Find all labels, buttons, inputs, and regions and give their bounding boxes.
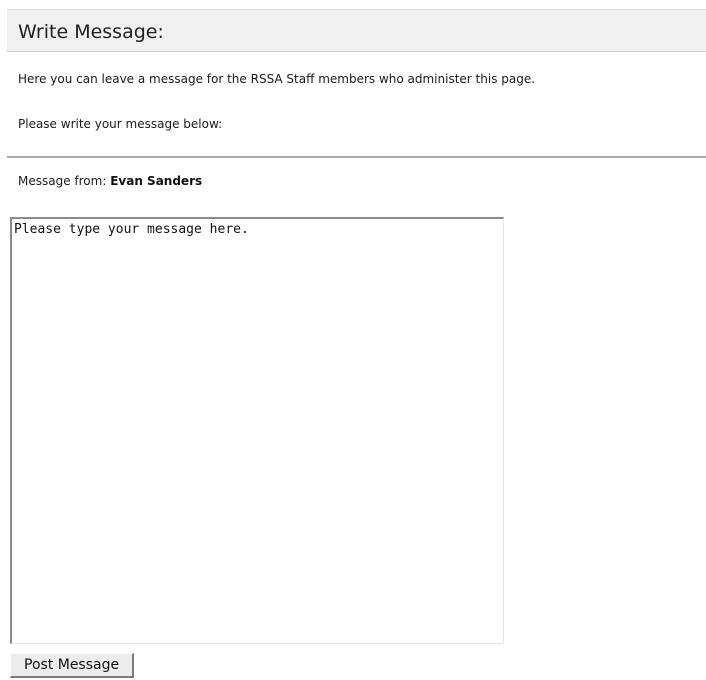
intro-text: Here you can leave a message for the RSS… — [18, 72, 536, 86]
page-title: Write Message: — [18, 21, 164, 43]
sender-name: Evan Sanders — [110, 174, 203, 188]
message-from-label: Message from: — [18, 174, 107, 188]
page-header: Write Message: — [7, 9, 706, 52]
instruction-text: Please write your message below: — [18, 117, 223, 131]
message-from: Message from: Evan Sanders — [18, 173, 202, 189]
message-textarea[interactable]: Please type your message here. — [10, 217, 504, 644]
section-divider — [7, 156, 706, 158]
post-message-button[interactable]: Post Message — [10, 653, 135, 678]
